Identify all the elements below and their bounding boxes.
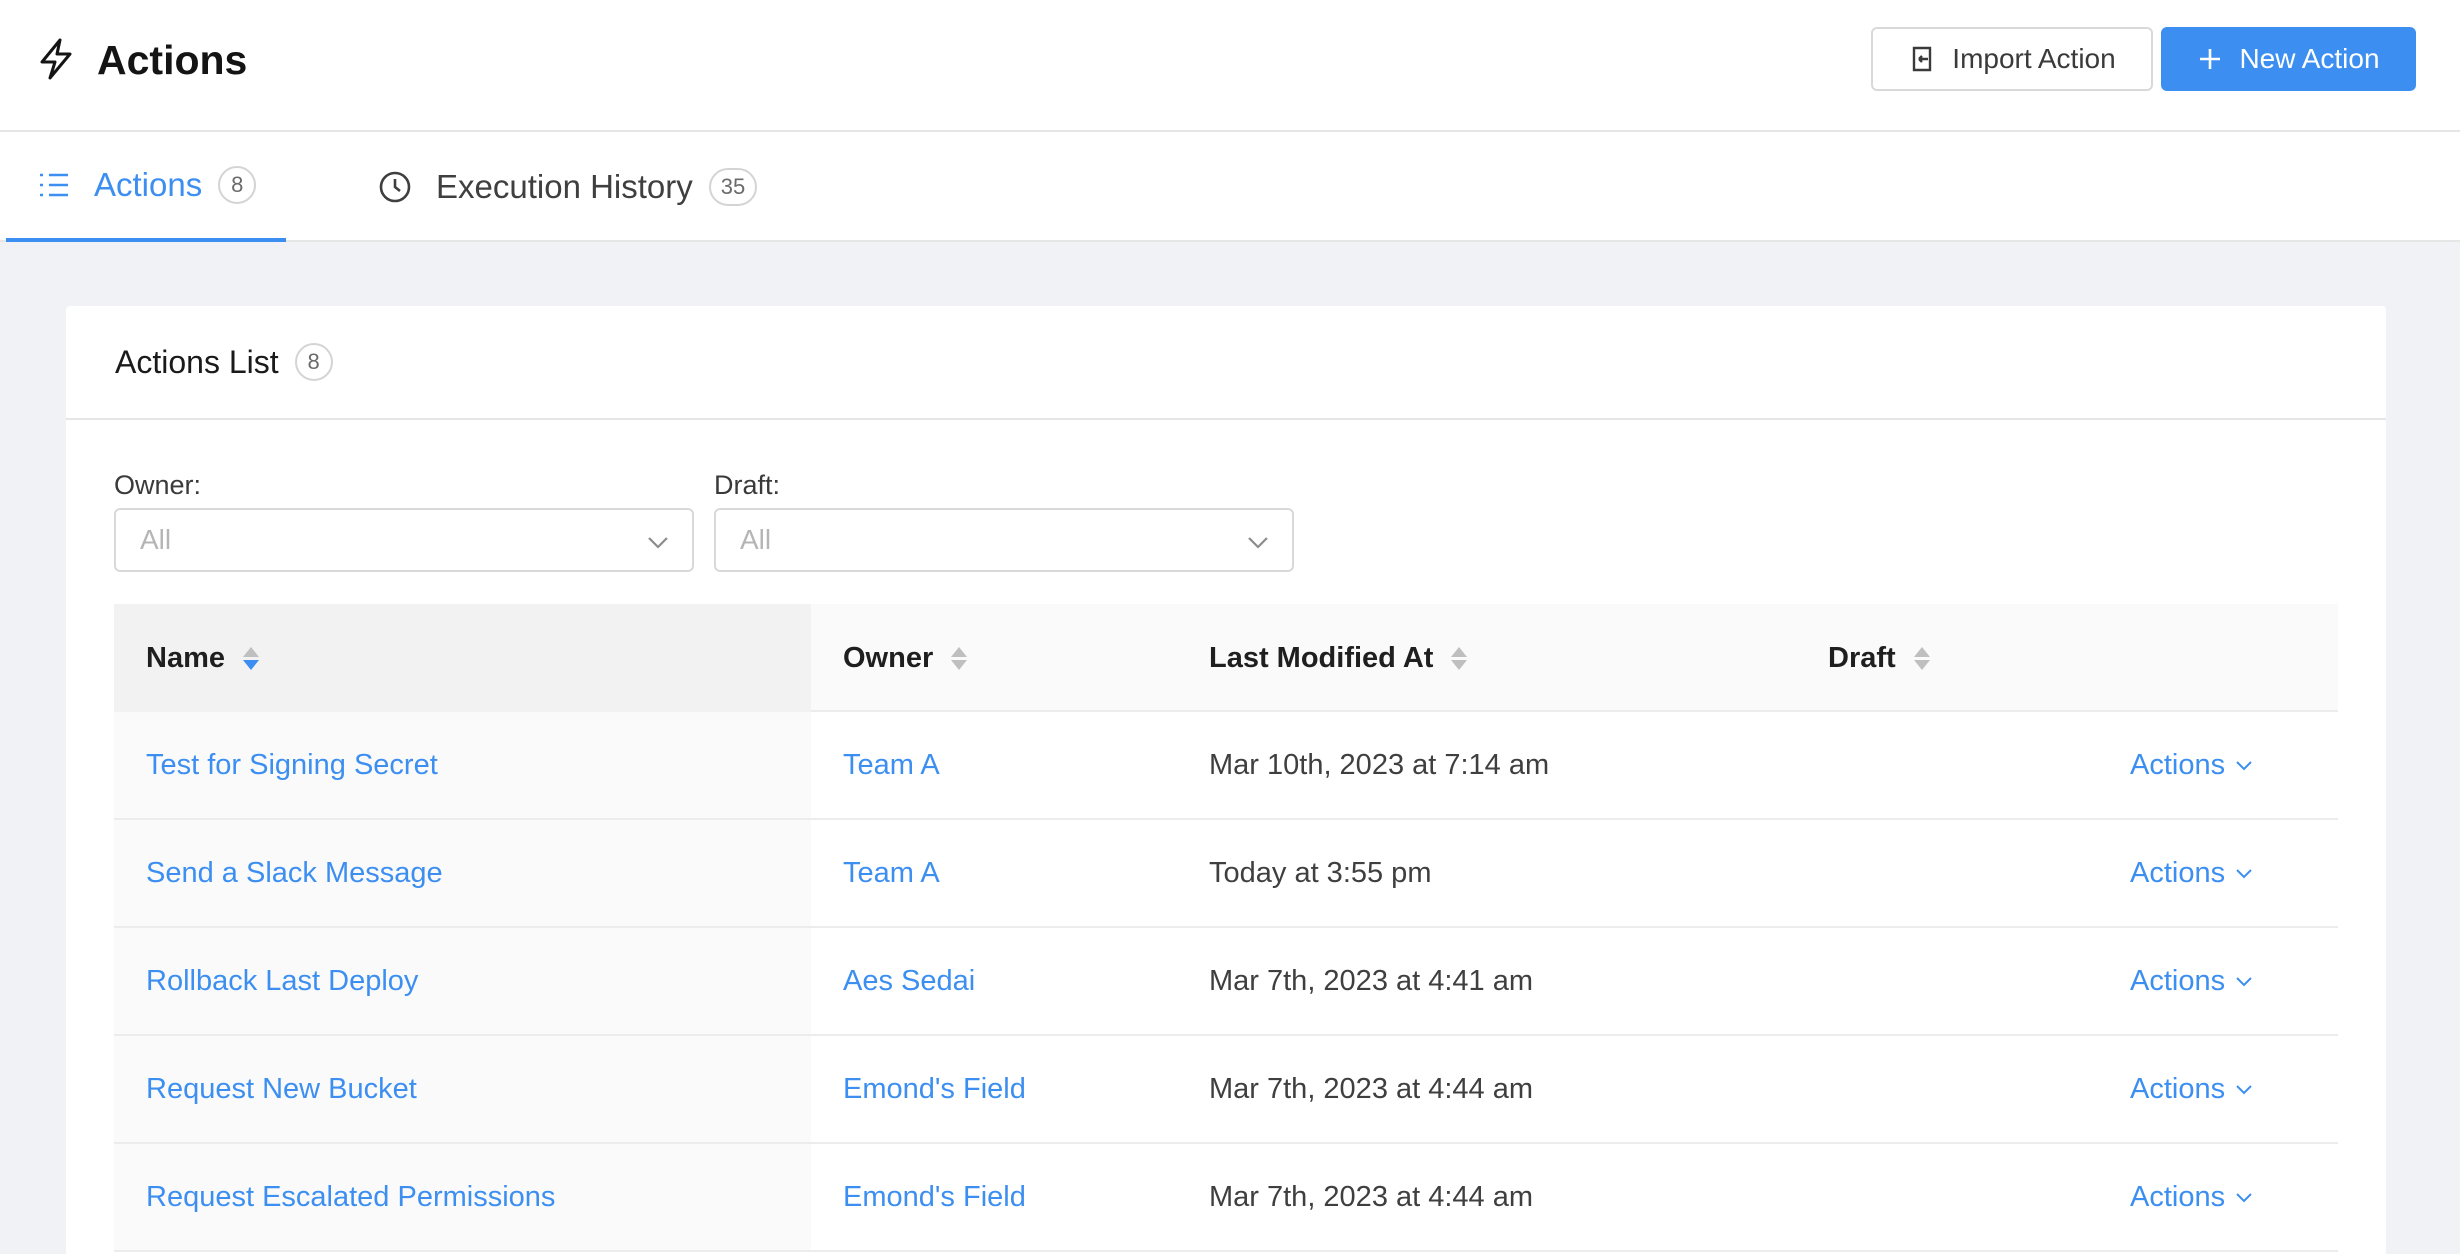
app-header: Actions Import Action New Action — [0, 0, 2460, 132]
row-actions-dropdown[interactable]: Actions — [2130, 1144, 2253, 1250]
draft-filter-select[interactable]: All — [714, 508, 1294, 572]
owner-filter-select[interactable]: All — [114, 508, 694, 572]
action-name-link[interactable]: Request Escalated Permissions — [146, 1144, 555, 1250]
action-name-link[interactable]: Request New Bucket — [146, 1036, 417, 1142]
page-title: Actions — [97, 37, 248, 83]
owner-filter-value: All — [140, 524, 172, 555]
row-actions-dropdown[interactable]: Actions — [2130, 928, 2253, 1034]
table-row: Send a Slack Message Team A Today at 3:5… — [114, 820, 2338, 928]
table-row: Request New Bucket Emond's Field Mar 7th… — [114, 1036, 2338, 1144]
owner-link[interactable]: Aes Sedai — [843, 928, 975, 1034]
action-name-link[interactable]: Rollback Last Deploy — [146, 928, 418, 1034]
plus-icon — [2200, 49, 2221, 69]
action-name-link[interactable]: Send a Slack Message — [146, 820, 443, 926]
sort-icon[interactable] — [1913, 646, 1930, 670]
sort-icon[interactable] — [243, 646, 259, 670]
new-action-label: New Action — [2239, 43, 2380, 74]
sort-icon[interactable] — [1451, 646, 1468, 670]
clock-icon — [378, 170, 412, 204]
row-actions-label: Actions — [2130, 856, 2226, 889]
owner-link[interactable]: Team A — [843, 820, 940, 926]
card-header: Actions List 8 — [66, 306, 2386, 420]
chevron-down-icon — [648, 537, 668, 549]
last-modified-text: Today at 3:55 pm — [1209, 856, 1432, 889]
tab-execution-history[interactable]: Execution History 35 — [378, 132, 778, 242]
column-header-owner[interactable]: Owner — [843, 604, 968, 712]
tab-actions-label: Actions — [94, 166, 203, 203]
table-row: Request Escalated Permissions Emond's Fi… — [114, 1144, 2338, 1252]
column-header-label: Owner — [843, 641, 934, 674]
action-name-link[interactable]: Test for Signing Secret — [146, 712, 438, 818]
chevron-down-icon — [2236, 1085, 2252, 1095]
table-header: Name Owner Last Modified At Draft — [114, 604, 2338, 712]
actions-table: Name Owner Last Modified At Draft Test f… — [114, 604, 2338, 1252]
tab-actions[interactable]: Actions 8 — [6, 132, 286, 242]
column-header-label: Draft — [1828, 641, 1896, 674]
chevron-down-icon — [2236, 869, 2252, 879]
new-action-button[interactable]: New Action — [2161, 27, 2416, 91]
tab-actions-count: 8 — [218, 166, 257, 204]
import-action-label: Import Action — [1952, 43, 2116, 74]
lightning-icon — [38, 38, 74, 80]
actions-list-card: Actions List 8 Owner: All Draft: All Nam… — [66, 306, 2386, 1254]
draft-filter-label: Draft: — [714, 470, 781, 500]
tab-bar: Actions 8 Execution History 35 — [0, 132, 2460, 242]
row-actions-label: Actions — [2130, 964, 2226, 997]
list-icon — [38, 171, 70, 199]
last-modified-text: Mar 10th, 2023 at 7:14 am — [1209, 748, 1550, 781]
table-row: Test for Signing Secret Team A Mar 10th,… — [114, 712, 2338, 820]
table-row: Rollback Last Deploy Aes Sedai Mar 7th, … — [114, 928, 2338, 1036]
last-modified-text: Mar 7th, 2023 at 4:41 am — [1209, 964, 1534, 997]
row-actions-label: Actions — [2130, 1180, 2226, 1213]
chevron-down-icon — [2236, 1193, 2252, 1203]
row-actions-label: Actions — [2130, 1072, 2226, 1105]
import-action-button[interactable]: Import Action — [1871, 27, 2153, 91]
column-header-label: Last Modified At — [1209, 641, 1434, 674]
tab-history-label: Execution History — [436, 168, 693, 205]
last-modified-text: Mar 7th, 2023 at 4:44 am — [1209, 1072, 1534, 1105]
chevron-down-icon — [1248, 537, 1268, 549]
card-title: Actions List — [115, 343, 279, 380]
owner-link[interactable]: Emond's Field — [843, 1036, 1026, 1142]
owner-link[interactable]: Emond's Field — [843, 1144, 1026, 1250]
column-header-label: Name — [146, 641, 225, 674]
row-actions-label: Actions — [2130, 748, 2226, 781]
import-icon — [1913, 46, 1932, 72]
row-actions-dropdown[interactable]: Actions — [2130, 820, 2253, 926]
tab-history-count: 35 — [708, 168, 758, 206]
last-modified-text: Mar 7th, 2023 at 4:44 am — [1209, 1180, 1534, 1213]
column-header-name[interactable]: Name — [146, 604, 259, 712]
column-header-draft[interactable]: Draft — [1828, 604, 1930, 712]
card-count: 8 — [294, 343, 333, 381]
owner-link[interactable]: Team A — [843, 712, 940, 818]
row-actions-dropdown[interactable]: Actions — [2130, 1036, 2253, 1142]
chevron-down-icon — [2236, 977, 2252, 987]
column-header-last-modified[interactable]: Last Modified At — [1209, 604, 1468, 712]
row-actions-dropdown[interactable]: Actions — [2130, 712, 2253, 818]
sort-icon[interactable] — [951, 646, 968, 670]
draft-filter-value: All — [740, 524, 772, 555]
owner-filter-label: Owner: — [114, 470, 202, 500]
chevron-down-icon — [2236, 761, 2252, 771]
